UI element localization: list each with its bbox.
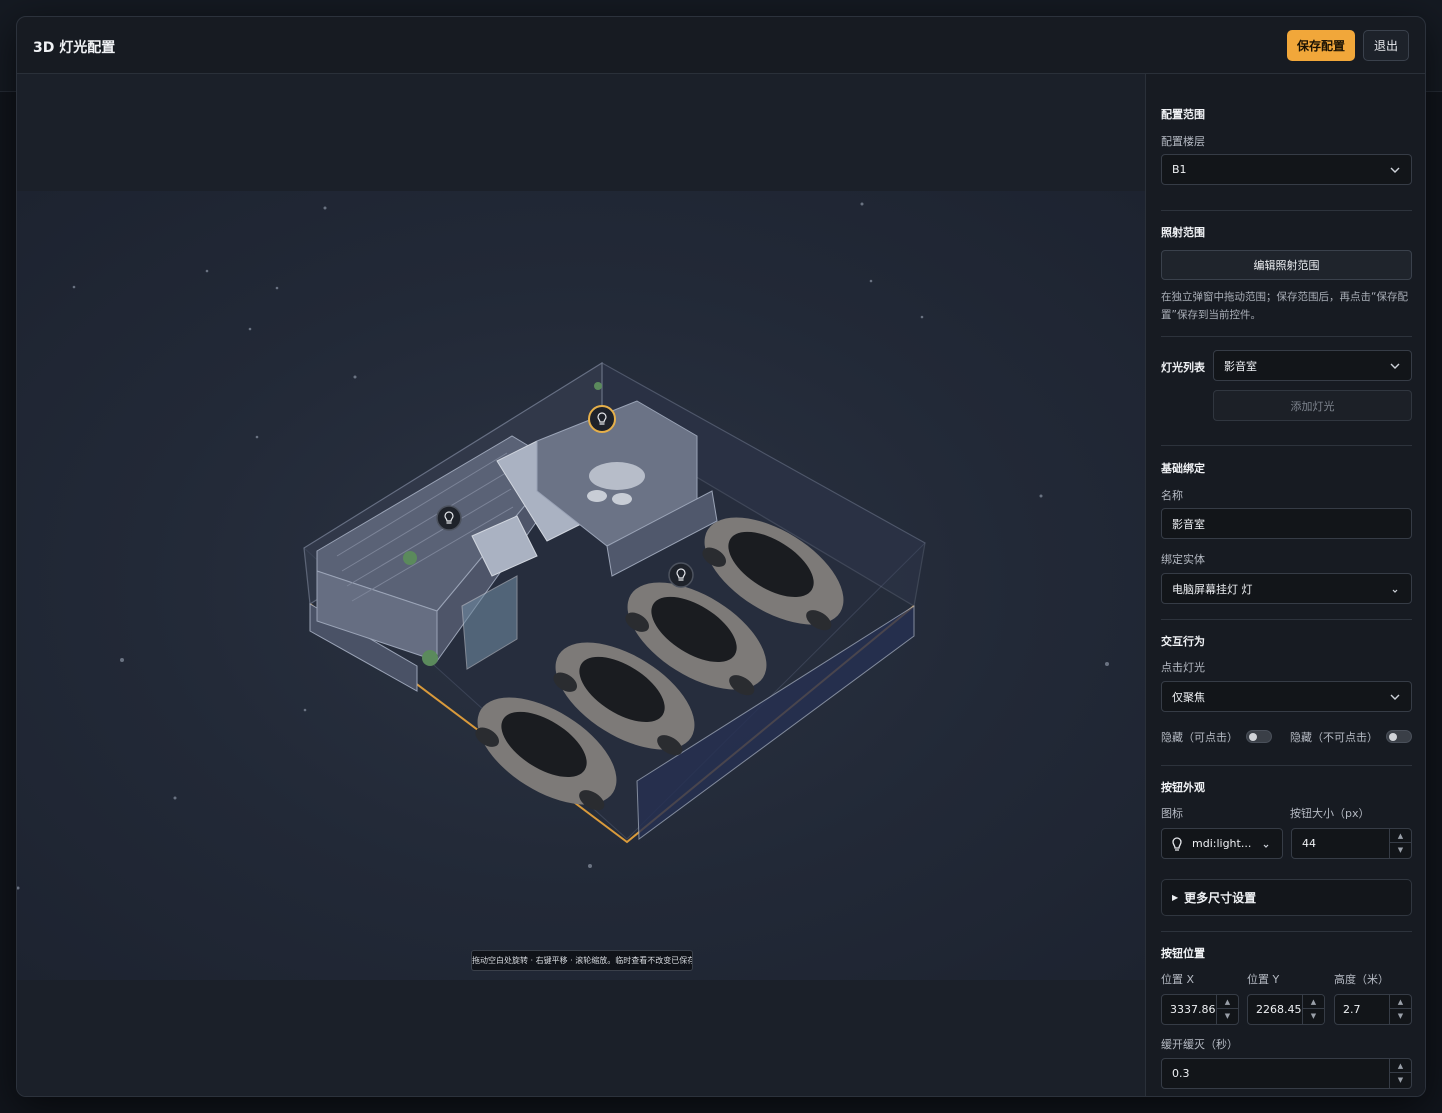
name-input[interactable]: 影音室 (1161, 508, 1412, 539)
click-behavior-select[interactable]: 仅聚焦 (1161, 681, 1412, 712)
3d-scene-canvas[interactable] (17, 191, 1145, 980)
light-list-select[interactable]: 影音室 (1213, 350, 1412, 381)
chevron-down-icon (1390, 363, 1400, 369)
divider (1161, 210, 1412, 211)
light-marker[interactable] (436, 505, 462, 531)
hide-clickable-toggle[interactable] (1246, 730, 1272, 743)
position-y-input[interactable]: 2268.45 ▲ ▼ (1247, 994, 1325, 1025)
fade-stepper[interactable]: ▲ ▼ (1389, 1059, 1411, 1088)
floor-model (17, 202, 1109, 890)
section-title-scope: 配置范围 (1161, 108, 1205, 121)
hide-nonclickable-toggle[interactable] (1386, 730, 1412, 743)
size-stepper[interactable]: ▲ ▼ (1389, 829, 1411, 858)
position-x-input[interactable]: 3337.86 ▲ ▼ (1161, 994, 1239, 1025)
3d-viewport[interactable]: 拖动空白处旋转 · 右键平移 · 滚轮缩放。临时查看不改变已保存视角。 (17, 74, 1145, 1096)
height-label: 高度（米） (1334, 973, 1389, 986)
config-panel: 配置范围 配置楼层 B1 照射范围 编辑照射范围 在独立弹窗中拖动范围；保存范围… (1145, 74, 1425, 1096)
hide-nonclickable-label: 隐藏（不可点击） (1290, 731, 1378, 744)
position-y-label: 位置 Y (1247, 973, 1280, 986)
modal-header: 3D 灯光配置 保存配置 退出 (17, 17, 1425, 74)
exit-button[interactable]: 退出 (1363, 30, 1409, 61)
add-light-button[interactable]: 添加灯光 (1213, 390, 1412, 421)
divider (1161, 931, 1412, 932)
section-title-range: 照射范围 (1161, 226, 1205, 239)
icon-select[interactable]: mdi:light... (1161, 828, 1283, 859)
light-bulb-icon (1172, 836, 1182, 851)
range-description: 在独立弹窗中拖动范围；保存范围后，再点击“保存配置”保存到当前控件。 (1161, 291, 1408, 321)
modal-title: 3D 灯光配置 (33, 40, 116, 56)
section-title-lights: 灯光列表 (1161, 361, 1205, 374)
fade-label: 缓开缓灭（秒） (1161, 1038, 1238, 1051)
section-title-appearance: 按钮外观 (1161, 781, 1205, 794)
button-size-input[interactable]: 44 ▲ ▼ (1291, 828, 1412, 859)
divider (1161, 765, 1412, 766)
section-title-interaction: 交互行为 (1161, 635, 1205, 648)
height-input[interactable]: 2.7 ▲ ▼ (1334, 994, 1412, 1025)
light-config-modal: 3D 灯光配置 保存配置 退出 拖动空白处旋转 · 右键平移 · 滚轮缩放。临时… (16, 16, 1426, 1097)
more-size-settings[interactable]: ▶ 更多尺寸设置 (1161, 879, 1412, 916)
chevron-down-icon (1392, 589, 1398, 593)
chevron-down-icon (1263, 844, 1269, 848)
height-stepper[interactable]: ▲ ▼ (1389, 995, 1411, 1024)
edit-range-button[interactable]: 编辑照射范围 (1161, 250, 1412, 280)
divider (1161, 336, 1412, 337)
chevron-down-icon (1390, 167, 1400, 173)
divider (1161, 619, 1412, 620)
hide-clickable-label: 隐藏（可点击） (1161, 731, 1238, 744)
triangle-right-icon: ▶ (1172, 893, 1179, 902)
divider (1161, 445, 1412, 446)
chevron-down-icon (1390, 694, 1400, 700)
entity-label: 绑定实体 (1161, 553, 1205, 566)
position-x-stepper[interactable]: ▲ ▼ (1216, 995, 1238, 1024)
name-label: 名称 (1161, 489, 1183, 502)
position-y-stepper[interactable]: ▲ ▼ (1302, 995, 1324, 1024)
section-title-position: 按钮位置 (1161, 947, 1205, 960)
fade-input[interactable]: 0.3 ▲ ▼ (1161, 1058, 1412, 1089)
floor-label: 配置楼层 (1161, 135, 1205, 148)
light-marker-selected[interactable] (588, 405, 616, 433)
floor-select[interactable]: B1 (1161, 154, 1412, 185)
save-config-button[interactable]: 保存配置 (1287, 30, 1355, 61)
icon-label: 图标 (1161, 807, 1183, 820)
viewport-hint: 拖动空白处旋转 · 右键平移 · 滚轮缩放。临时查看不改变已保存视角。 (471, 950, 693, 971)
button-size-label: 按钮大小（px） (1290, 807, 1370, 820)
click-light-label: 点击灯光 (1161, 661, 1205, 674)
entity-select[interactable]: 电脑屏幕挂灯 灯 (1161, 573, 1412, 604)
section-title-binding: 基础绑定 (1161, 462, 1205, 475)
light-marker[interactable] (668, 562, 694, 588)
position-x-label: 位置 X (1161, 973, 1195, 986)
